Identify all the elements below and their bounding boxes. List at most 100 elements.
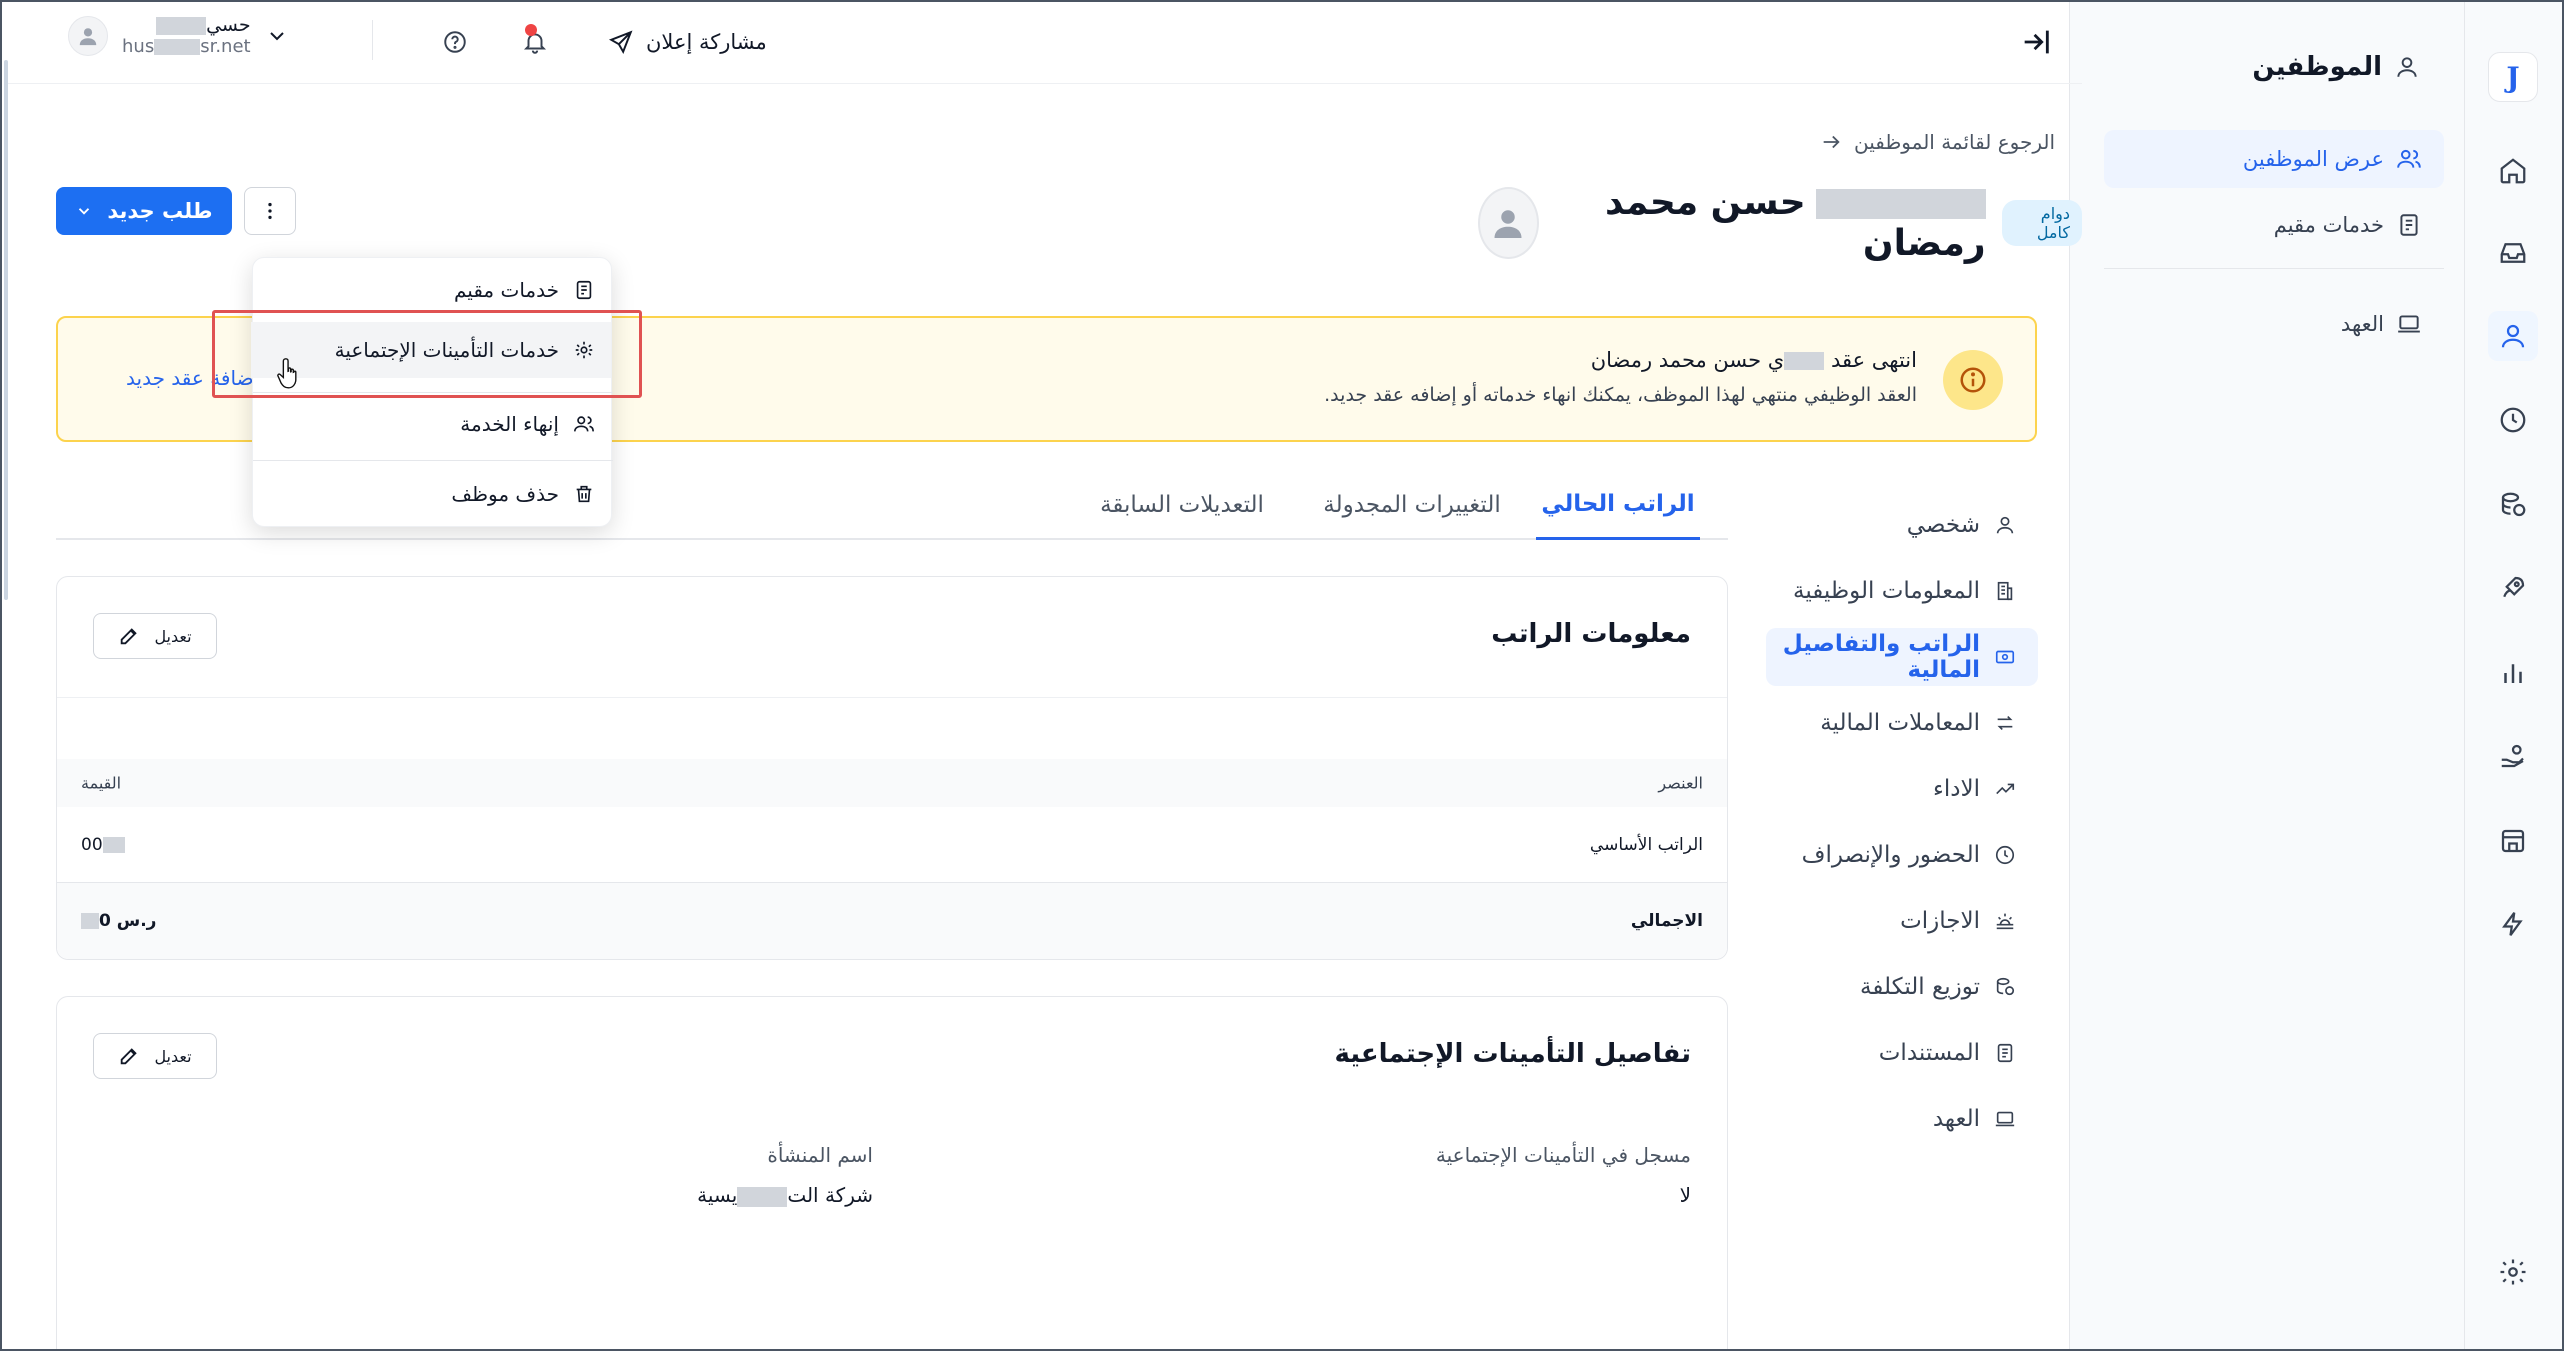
salary-info-card: معلومات الراتب تعديل العنصر القيمة الرات… — [56, 576, 1728, 960]
settings-icon[interactable] — [2488, 1247, 2538, 1297]
info-icon — [1943, 350, 2003, 410]
store-icon[interactable] — [2488, 816, 2538, 866]
gear-icon — [573, 339, 595, 361]
org-name-value: شركة التيسية — [697, 1183, 873, 1207]
help-icon[interactable] — [435, 22, 475, 62]
scrollbar[interactable] — [4, 60, 8, 600]
tab-current-salary[interactable]: الراتب الحالي — [1536, 470, 1700, 540]
tab-previous-adjustments[interactable]: التعديلات السابقة — [1076, 470, 1288, 540]
avatar[interactable] — [68, 15, 108, 56]
laptop-icon — [2396, 311, 2422, 337]
nav-personal[interactable]: شخصي — [1766, 496, 2038, 554]
building-icon — [1994, 580, 2016, 602]
add-new-contract-link[interactable]: إضافة عقد جديد — [126, 366, 259, 390]
menu-item-delete-employee[interactable]: حذف موظف — [251, 466, 611, 522]
employee-avatar — [1478, 187, 1539, 259]
nav-documents[interactable]: المستندات — [1766, 1024, 2038, 1082]
file-icon — [1994, 1042, 2016, 1064]
nav-attendance[interactable]: الحضور والإنصراف — [1766, 826, 2038, 884]
hand-cursor-icon — [276, 356, 304, 392]
transfer-icon — [1994, 712, 2016, 734]
org-name-label: اسم المنشأة — [767, 1143, 873, 1167]
arrow-right-icon — [1820, 131, 1842, 153]
menu-divider — [253, 460, 613, 461]
top-bar: مشاركة إعلان حسي hus sr.net — [8, 0, 2082, 84]
user-menu[interactable]: حسي hus sr.net — [68, 14, 289, 57]
user-info: حسي hus sr.net — [122, 14, 251, 57]
card-title: معلومات الراتب — [1491, 619, 1691, 649]
status-badge: دوام كامل — [2001, 200, 2082, 246]
alert-text: العقد الوظيفي منتهي لهذا الموظف، يمكنك ا… — [1324, 384, 1917, 406]
icon-rail: J — [2464, 0, 2564, 1351]
edit-insurance-button[interactable]: تعديل — [93, 1033, 217, 1079]
more-options-button[interactable] — [244, 187, 296, 235]
new-request-button[interactable]: طلب جديد — [56, 187, 232, 235]
alert-title: انتهى عقد ي حسن محمد رمضان — [1590, 348, 1917, 372]
subnav-title: الموظفين — [2252, 52, 2420, 82]
employee-name: حسن محمد رمضان — [1604, 182, 1986, 264]
sun-icon — [1994, 910, 2016, 932]
coins-icon — [1994, 976, 2016, 998]
chevron-down-icon — [75, 202, 93, 220]
pencil-icon — [118, 1045, 140, 1067]
person-icon — [2394, 54, 2420, 80]
chart-icon[interactable] — [2488, 648, 2538, 698]
person-icon[interactable] — [2488, 311, 2538, 361]
nav-leaves[interactable]: الاجازات — [1766, 892, 2038, 950]
home-icon[interactable] — [2488, 146, 2538, 196]
rocket-icon[interactable] — [2488, 563, 2538, 613]
more-options-menu: خدمات مقيم خدمات التأمينات الإجتماعية إن… — [251, 257, 613, 527]
collapse-sidebar-icon[interactable] — [2014, 20, 2058, 64]
kebab-menu-icon — [259, 200, 281, 222]
subnav-divider — [2104, 268, 2444, 269]
clock-icon — [1994, 844, 2016, 866]
send-icon — [608, 29, 634, 55]
pencil-icon — [118, 625, 140, 647]
subnav-item-view-employees[interactable]: عرض الموظفين — [2104, 130, 2444, 188]
app-logo[interactable]: J — [2488, 52, 2538, 102]
document-icon — [2396, 212, 2422, 238]
nav-job-info[interactable]: المعلومات الوظيفية — [1766, 562, 2038, 620]
card-title: تفاصيل التأمينات الإجتماعية — [1334, 1039, 1691, 1069]
registered-label: مسجل في التأمينات الإجتماعية — [1435, 1143, 1691, 1167]
table-row-total: الاجمالي ر.س 0 — [57, 883, 1727, 959]
tab-scheduled-changes[interactable]: التغييرات المجدولة — [1312, 470, 1512, 540]
trend-icon — [1994, 778, 2016, 800]
employee-header: دوام كامل حسن محمد رمضان — [1478, 182, 2082, 264]
nav-financial-transactions[interactable]: المعاملات المالية — [1766, 694, 2038, 752]
trash-icon — [573, 483, 595, 505]
table-header: العنصر القيمة — [57, 759, 1727, 807]
notification-bell-icon[interactable] — [515, 22, 555, 62]
share-announcement-button[interactable]: مشاركة إعلان — [608, 22, 767, 62]
person-icon — [1994, 514, 2016, 536]
menu-item-end-service[interactable]: إنهاء الخدمة — [251, 396, 611, 452]
document-icon — [573, 279, 595, 301]
registered-value: لا — [1679, 1183, 1691, 1207]
table-row: الراتب الأساسي 00 — [57, 807, 1727, 883]
subnav-item-muqeem[interactable]: خدمات مقيم — [2104, 196, 2444, 254]
nav-custody[interactable]: العهد — [1766, 1090, 2038, 1148]
divider — [57, 697, 1727, 698]
chevron-down-icon[interactable] — [265, 24, 289, 48]
nav-performance[interactable]: الاداء — [1766, 760, 2038, 818]
clock-icon[interactable] — [2488, 395, 2538, 445]
nav-salary-financial[interactable]: الراتب والتفاصيل المالية — [1766, 628, 2038, 686]
edit-salary-button[interactable]: تعديل — [93, 613, 217, 659]
subnav-item-custody[interactable]: العهد — [2104, 295, 2444, 353]
menu-item-social-insurance[interactable]: خدمات التأمينات الإجتماعية — [251, 322, 611, 378]
employees-subnav: الموظفين عرض الموظفين خدمات مقيم العهد — [2069, 0, 2464, 1351]
hand-coin-icon[interactable] — [2488, 731, 2538, 781]
nav-cost-distribution[interactable]: توزيع التكلفة — [1766, 958, 2038, 1016]
bolt-icon[interactable] — [2488, 899, 2538, 949]
laptop-icon — [1994, 1108, 2016, 1130]
money-icon — [1994, 646, 2016, 668]
users-icon — [573, 413, 595, 435]
user-email: hus sr.net — [122, 36, 251, 57]
back-to-employees-link[interactable]: الرجوع لقائمة الموظفين — [1820, 130, 2055, 154]
inbox-icon[interactable] — [2488, 228, 2538, 278]
coins-icon[interactable] — [2488, 480, 2538, 530]
topbar-divider — [372, 20, 373, 60]
menu-item-muqeem[interactable]: خدمات مقيم — [251, 262, 611, 318]
social-insurance-card: تفاصيل التأمينات الإجتماعية تعديل مسجل ف… — [56, 996, 1728, 1351]
notification-dot — [525, 24, 537, 36]
